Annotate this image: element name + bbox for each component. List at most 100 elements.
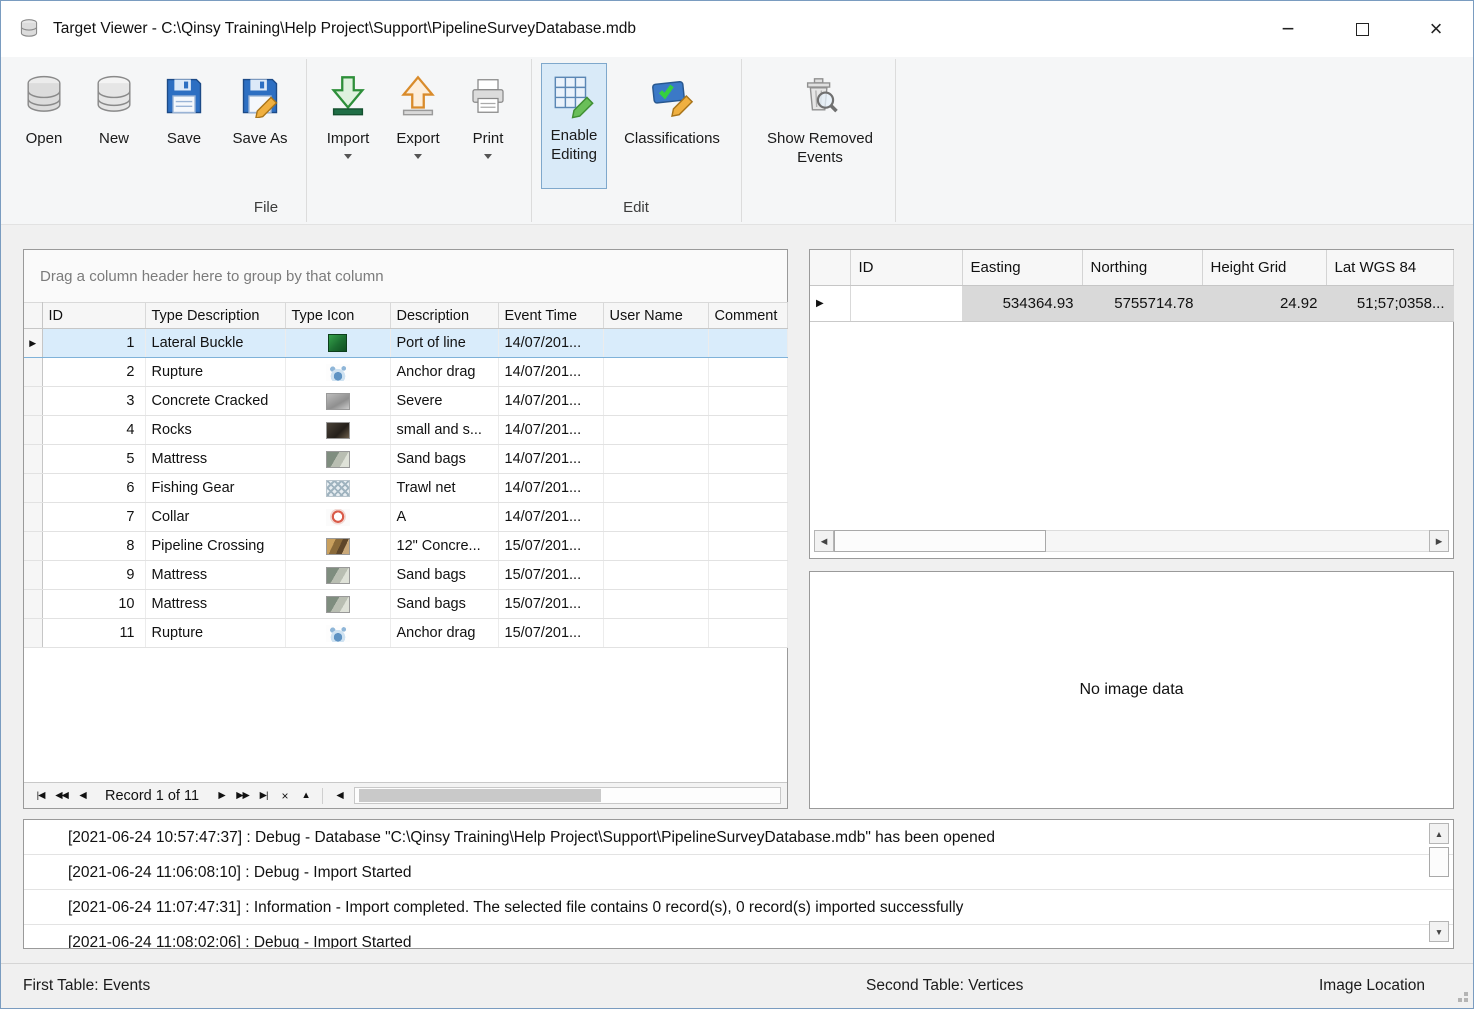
vertices-horizontal-scrollbar[interactable]: ◀ ▶ [814, 530, 1449, 552]
table-row[interactable]: 6 Fishing Gear Trawl net 14/07/201... [24, 474, 787, 503]
export-label: Export [396, 129, 439, 148]
table-row[interactable]: 5 Mattress Sand bags 14/07/201... [24, 445, 787, 474]
group-by-hint[interactable]: Drag a column header here to group by th… [24, 250, 787, 302]
open-button[interactable]: Open [15, 63, 73, 148]
cell-description: Port of line [390, 329, 498, 358]
table-row[interactable]: ▶ 534364.93 5755714.78 24.92 51;57;0358.… [810, 285, 1453, 321]
horizontal-scrollbar-thumb[interactable] [834, 530, 1046, 552]
cell-description: Anchor drag [390, 358, 498, 387]
vertices-table: ID Easting Northing Height Grid Lat WGS … [810, 250, 1454, 322]
cell-event-time: 14/07/201... [498, 474, 603, 503]
vertical-scrollbar-thumb[interactable] [1429, 847, 1449, 877]
scroll-left-button[interactable]: ◀ [814, 530, 834, 552]
column-header-northing[interactable]: Northing [1082, 250, 1202, 285]
cell-comment [708, 445, 787, 474]
cell-event-time: 14/07/201... [498, 329, 603, 358]
print-button[interactable]: Print [459, 63, 517, 159]
print-dropdown-chevron-icon[interactable] [484, 154, 492, 159]
nav-prev-page-button[interactable]: ◀◀ [51, 790, 72, 801]
nav-delete-button[interactable]: × [274, 789, 295, 803]
import-dropdown-chevron-icon[interactable] [344, 154, 352, 159]
column-header-easting[interactable]: Easting [962, 250, 1082, 285]
table-row[interactable]: 9 Mattress Sand bags 15/07/201... [24, 561, 787, 590]
cell-id: 1 [42, 329, 145, 358]
column-header-id[interactable]: ID [850, 250, 962, 285]
navigator-separator [322, 788, 323, 804]
column-header-event-time[interactable]: Event Time [498, 303, 603, 329]
scroll-up-icon: ▲ [1435, 829, 1443, 839]
horizontal-scrollbar[interactable] [354, 787, 781, 804]
table-row[interactable]: ▶ 1 Lateral Buckle Port of line 14/07/20… [24, 329, 787, 358]
status-image-location: Image Location [1319, 977, 1425, 995]
cell-event-time: 15/07/201... [498, 532, 603, 561]
cell-type: Concrete Cracked [145, 387, 285, 416]
record-count-label: Record 1 of 11 [105, 788, 199, 804]
table-row[interactable]: 4 Rocks small and s... 14/07/201... [24, 416, 787, 445]
column-header-description[interactable]: Description [390, 303, 498, 329]
resize-grip[interactable] [1464, 998, 1468, 1002]
cell-comment [708, 329, 787, 358]
enable-editing-toggle[interactable]: Enable Editing [541, 63, 607, 189]
table-row[interactable]: 10 Mattress Sand bags 15/07/201... [24, 590, 787, 619]
save-button[interactable]: Save [155, 63, 213, 148]
cell-description: Severe [390, 387, 498, 416]
import-button[interactable]: Import [317, 63, 379, 159]
nav-first-button[interactable]: |◀ [30, 790, 51, 801]
cell-type-icon [285, 619, 390, 648]
horizontal-scrollbar-track[interactable] [1046, 530, 1429, 552]
horizontal-scrollbar-thumb[interactable] [359, 789, 601, 802]
hscroll-left-button[interactable]: ◀ [329, 790, 350, 801]
cell-user-name [603, 445, 708, 474]
nav-prev-button[interactable]: ◀ [72, 790, 93, 801]
maximize-button[interactable] [1325, 1, 1399, 57]
record-navigator: |◀ ◀◀ ◀ Record 1 of 11 ▶ ▶▶ ▶| × ▲ ◀ [24, 782, 787, 808]
cell-user-name [603, 532, 708, 561]
target-viewer-window: Target Viewer - C:\Qinsy Training\Help P… [0, 0, 1474, 1009]
nav-last-button[interactable]: ▶| [253, 790, 274, 801]
cell-description: Trawl net [390, 474, 498, 503]
export-button[interactable]: Export [387, 63, 449, 159]
column-header-type-description[interactable]: Type Description [145, 303, 285, 329]
cell-description: 12" Concre... [390, 532, 498, 561]
save-as-button[interactable]: Save As [223, 63, 297, 148]
cell-type: Fishing Gear [145, 474, 285, 503]
new-label: New [99, 129, 129, 148]
save-as-label: Save As [232, 129, 287, 148]
minimize-button[interactable]: − [1251, 1, 1325, 57]
event-type-icon [326, 538, 350, 555]
table-row[interactable]: 11 Rupture Anchor drag 15/07/201... [24, 619, 787, 648]
cell-id: 8 [42, 532, 145, 561]
show-removed-events-button[interactable]: Show Removed Events [753, 63, 887, 167]
cell-type: Mattress [145, 561, 285, 590]
column-header-id[interactable]: ID [42, 303, 145, 329]
table-row[interactable]: 8 Pipeline Crossing 12" Concre... 15/07/… [24, 532, 787, 561]
column-header-user-name[interactable]: User Name [603, 303, 708, 329]
event-type-icon [326, 364, 350, 381]
column-header-comment[interactable]: Comment [708, 303, 787, 329]
scroll-down-button[interactable]: ▼ [1429, 921, 1449, 942]
scroll-right-button[interactable]: ▶ [1429, 530, 1449, 552]
cell-description: A [390, 503, 498, 532]
nav-next-button[interactable]: ▶ [211, 790, 232, 801]
export-dropdown-chevron-icon[interactable] [414, 154, 422, 159]
cell-type: Rupture [145, 358, 285, 387]
nav-collapse-button[interactable]: ▲ [295, 790, 316, 801]
log-vertical-scrollbar[interactable]: ▲ ▼ [1429, 823, 1449, 942]
close-button[interactable]: × [1399, 1, 1473, 57]
cell-type: Rupture [145, 619, 285, 648]
table-row[interactable]: 2 Rupture Anchor drag 14/07/201... [24, 358, 787, 387]
scroll-up-button[interactable]: ▲ [1429, 823, 1449, 844]
column-header-type-icon[interactable]: Type Icon [285, 303, 390, 329]
toolbar-divider [895, 59, 896, 222]
column-header-lat-wgs84[interactable]: Lat WGS 84 [1326, 250, 1453, 285]
column-header-height-grid[interactable]: Height Grid [1202, 250, 1326, 285]
toolbar-divider [741, 59, 742, 222]
classifications-button[interactable]: Classifications [611, 63, 733, 148]
nav-next-page-button[interactable]: ▶▶ [232, 790, 253, 801]
cell-type: Mattress [145, 590, 285, 619]
open-database-icon [21, 63, 67, 129]
table-row[interactable]: 7 Collar A 14/07/201... [24, 503, 787, 532]
cell-id: 6 [42, 474, 145, 503]
new-button[interactable]: New [85, 63, 143, 148]
table-row[interactable]: 3 Concrete Cracked Severe 14/07/201... [24, 387, 787, 416]
